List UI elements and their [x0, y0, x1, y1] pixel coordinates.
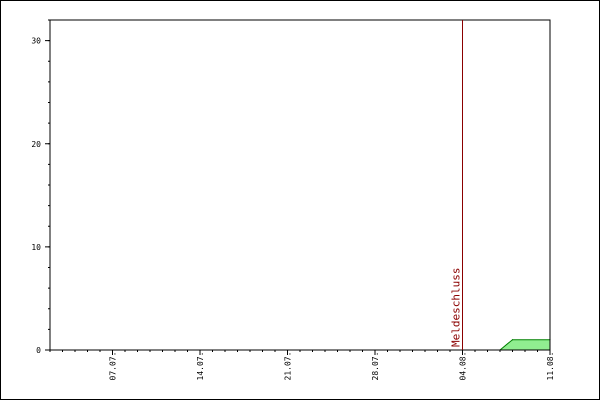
y-tick-label-1: 10	[31, 243, 41, 252]
series-area-0	[500, 339, 550, 350]
y-tick-label-2: 20	[31, 140, 41, 149]
x-tick-label-2: 21.07.	[284, 352, 293, 381]
x-tick-label-3: 28.07.	[371, 352, 380, 381]
x-tick-label-1: 14.07.	[196, 352, 205, 381]
plot-area: 07.07. 14.07. 21.07. 28.07. 04.08. 11.08. 0 10 2…	[31, 19, 555, 381]
chart: 07.07. 14.07. 21.07. 28.07. 04.08. 11.08. 0 10 2…	[31, 19, 555, 381]
y-tick-label-0: 0	[36, 346, 41, 355]
x-tick-label-4: 04.08.	[459, 352, 468, 381]
y-tick-label-3: 30	[31, 37, 41, 46]
x-tick-label-0: 07.07.	[109, 352, 118, 381]
marker-label: Meldeschluss	[450, 268, 463, 347]
plot-border	[49, 19, 551, 351]
series-point-0-1	[511, 339, 514, 341]
chart-frame: 07.07. 14.07. 21.07. 28.07. 04.08. 11.08. 0 10 2…	[0, 0, 600, 400]
x-tick-label-5: 11.08.	[546, 352, 555, 381]
